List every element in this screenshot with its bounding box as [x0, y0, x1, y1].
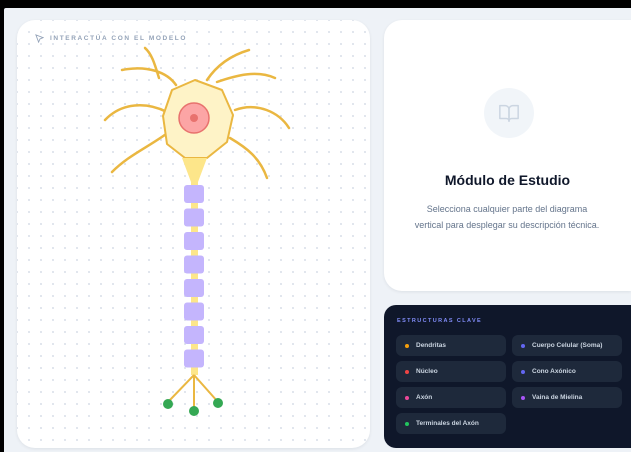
color-dot [521, 369, 525, 374]
dendrite[interactable] [228, 136, 269, 180]
dendrite[interactable] [110, 130, 171, 174]
terminal-bouton[interactable] [163, 399, 173, 409]
key-list: Dendritas Cuerpo Celular (Soma) Núcleo C… [396, 335, 622, 434]
dendrite[interactable] [215, 72, 277, 84]
key-item-label: Cono Axónico [532, 368, 576, 375]
nucleolus [190, 114, 198, 122]
terminal-bouton[interactable] [189, 406, 199, 416]
terminal-bouton[interactable] [213, 398, 223, 408]
myelin-segment[interactable] [184, 279, 204, 297]
key-item-label: Dendritas [416, 342, 446, 349]
myelin-segment[interactable] [184, 302, 204, 321]
neuron-canvas[interactable]: INTERACTÚA CON EL MODELO [17, 20, 370, 448]
dendrite[interactable] [120, 67, 178, 87]
color-dot [405, 369, 409, 374]
myelin-segment[interactable] [184, 326, 204, 344]
key-item-nucleo[interactable]: Núcleo [396, 361, 506, 382]
color-dot [521, 395, 525, 400]
myelin-segment[interactable] [184, 208, 204, 227]
key-item-axon[interactable]: Axón [396, 387, 506, 408]
open-book-icon [499, 104, 519, 122]
key-title: ESTRUCTURAS CLAVE [397, 318, 483, 324]
color-dot [405, 343, 409, 348]
myelin-segment[interactable] [184, 185, 204, 203]
myelin-segment[interactable] [184, 232, 204, 250]
dendrite[interactable] [233, 105, 291, 130]
key-structures-card: ESTRUCTURAS CLAVE Dendritas Cuerpo Celul… [384, 305, 631, 448]
dendrite[interactable] [103, 104, 169, 122]
axon-terminals[interactable] [167, 374, 219, 410]
key-item-label: Axón [416, 394, 433, 401]
myelin-segment[interactable] [184, 255, 204, 274]
key-item-terminales[interactable]: Terminales del Axón [396, 413, 506, 434]
key-item-cono-axonico[interactable]: Cono Axónico [512, 361, 622, 382]
key-item-label: Núcleo [416, 368, 438, 375]
key-item-label: Vaina de Mielina [532, 394, 583, 401]
study-description: Selecciona cualquier parte del diagrama … [414, 204, 600, 230]
key-item-dendritas[interactable]: Dendritas [396, 335, 506, 356]
dendrite[interactable] [143, 46, 161, 80]
neuron-diagram [103, 46, 291, 416]
color-dot [521, 343, 525, 348]
key-item-vaina-mielina[interactable]: Vaina de Mielina [512, 387, 622, 408]
key-item-label: Terminales del Axón [416, 420, 479, 427]
book-icon-container [484, 88, 534, 138]
study-module-card: Módulo de Estudio Selecciona cualquier p… [384, 20, 631, 291]
color-dot [405, 395, 409, 400]
myelin-segment[interactable] [184, 349, 204, 368]
study-title: Módulo de Estudio [444, 172, 571, 188]
color-dot [405, 421, 409, 426]
key-item-soma[interactable]: Cuerpo Celular (Soma) [512, 335, 622, 356]
axon-hillock[interactable] [182, 158, 207, 182]
key-item-label: Cuerpo Celular (Soma) [532, 342, 603, 349]
